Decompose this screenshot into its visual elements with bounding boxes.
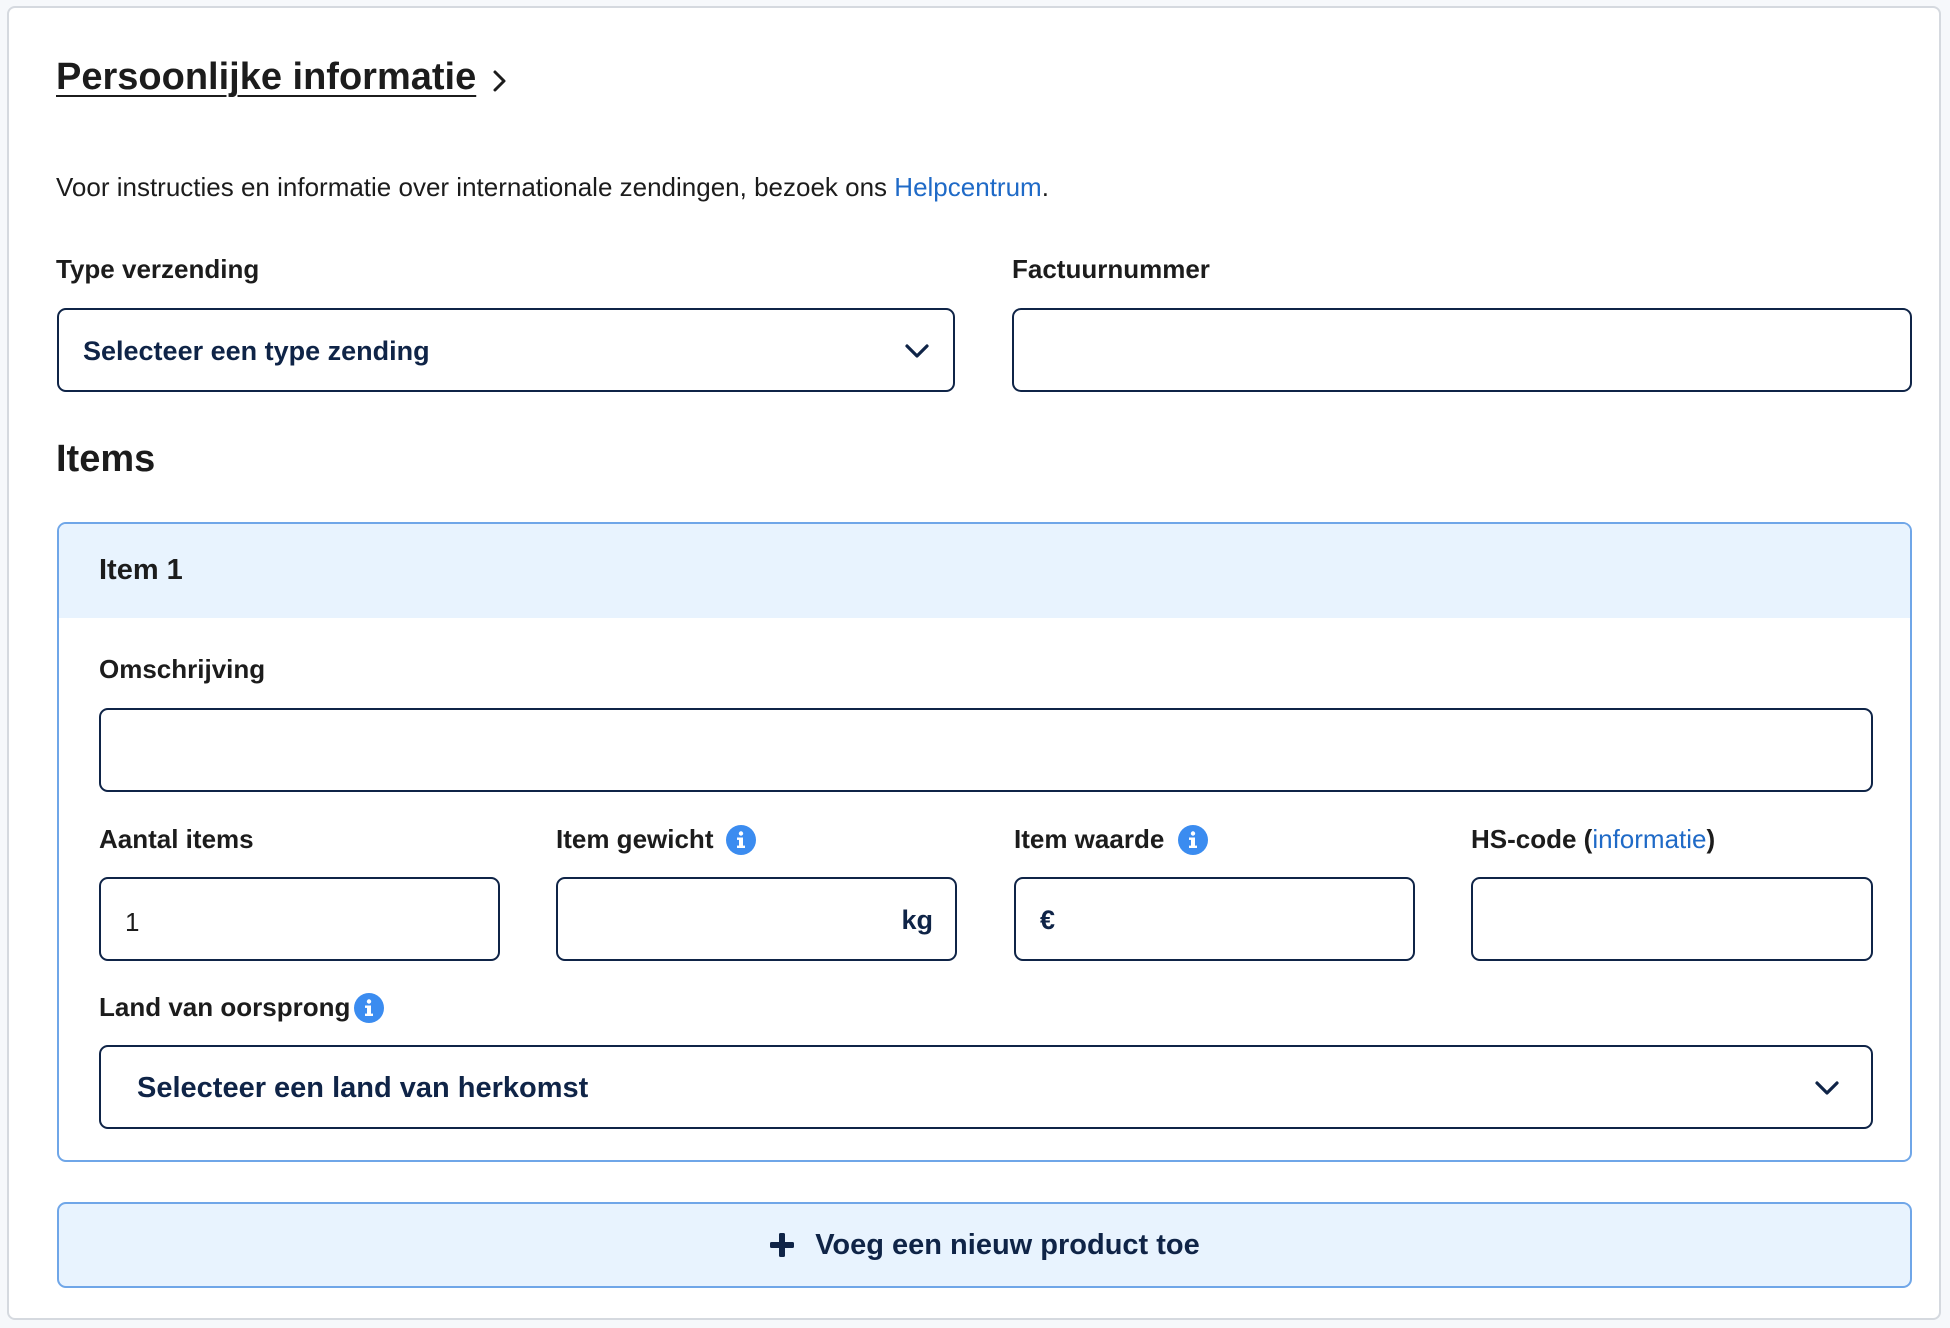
item-value-input[interactable]: €	[1014, 877, 1415, 961]
add-product-label: Voeg een nieuw product toe	[815, 1228, 1200, 1261]
currency-symbol: €	[1040, 905, 1056, 935]
description-input[interactable]	[99, 708, 1873, 792]
chevron-right-icon[interactable]	[489, 68, 511, 94]
personal-info-link[interactable]: Persoonlijke informatie	[56, 56, 476, 99]
shipment-type-label: Type verzending	[56, 254, 260, 284]
origin-country-label: Land van oorsprong	[99, 992, 351, 1022]
shipment-type-select[interactable]: Selecteer een type zending	[57, 308, 955, 392]
info-icon[interactable]	[1177, 824, 1209, 856]
items-heading: Items	[56, 438, 156, 480]
item-header: Item 1	[59, 524, 1910, 618]
weight-input[interactable]: kg	[556, 877, 957, 961]
weight-label: Item gewicht	[556, 824, 714, 854]
help-center-link[interactable]: Helpcentrum	[894, 172, 1041, 202]
item-card: Item 1 Omschrijving Aantal items 1 Item …	[57, 522, 1912, 1162]
item-title: Item 1	[99, 554, 183, 586]
quantity-input[interactable]: 1	[99, 877, 500, 961]
info-icon[interactable]	[353, 992, 385, 1024]
hs-code-label: HS-code (informatie)	[1471, 824, 1716, 854]
weight-unit: kg	[901, 905, 933, 935]
quantity-value: 1	[125, 907, 140, 937]
chevron-down-icon	[905, 344, 929, 358]
chevron-down-icon	[1815, 1081, 1839, 1095]
origin-country-placeholder: Selecteer een land van herkomst	[137, 1072, 589, 1104]
invoice-number-input[interactable]	[1012, 308, 1912, 392]
origin-country-select[interactable]: Selecteer een land van herkomst	[99, 1045, 1873, 1129]
add-product-button[interactable]: Voeg een nieuw product toe	[57, 1202, 1912, 1288]
shipment-type-placeholder: Selecteer een type zending	[83, 336, 430, 366]
plus-icon	[770, 1233, 795, 1257]
intro-text: Voor instructies en informatie over inte…	[56, 172, 1049, 202]
item-value-label: Item waarde	[1014, 824, 1165, 854]
hs-code-info-link[interactable]: informatie	[1592, 824, 1706, 854]
quantity-label: Aantal items	[99, 824, 254, 854]
international-shipment-card: Persoonlijke informatie Voor instructies…	[7, 6, 1941, 1320]
description-label: Omschrijving	[99, 654, 266, 684]
info-icon[interactable]	[725, 824, 757, 856]
hs-code-input[interactable]	[1471, 877, 1873, 961]
invoice-number-label: Factuurnummer	[1012, 254, 1210, 284]
